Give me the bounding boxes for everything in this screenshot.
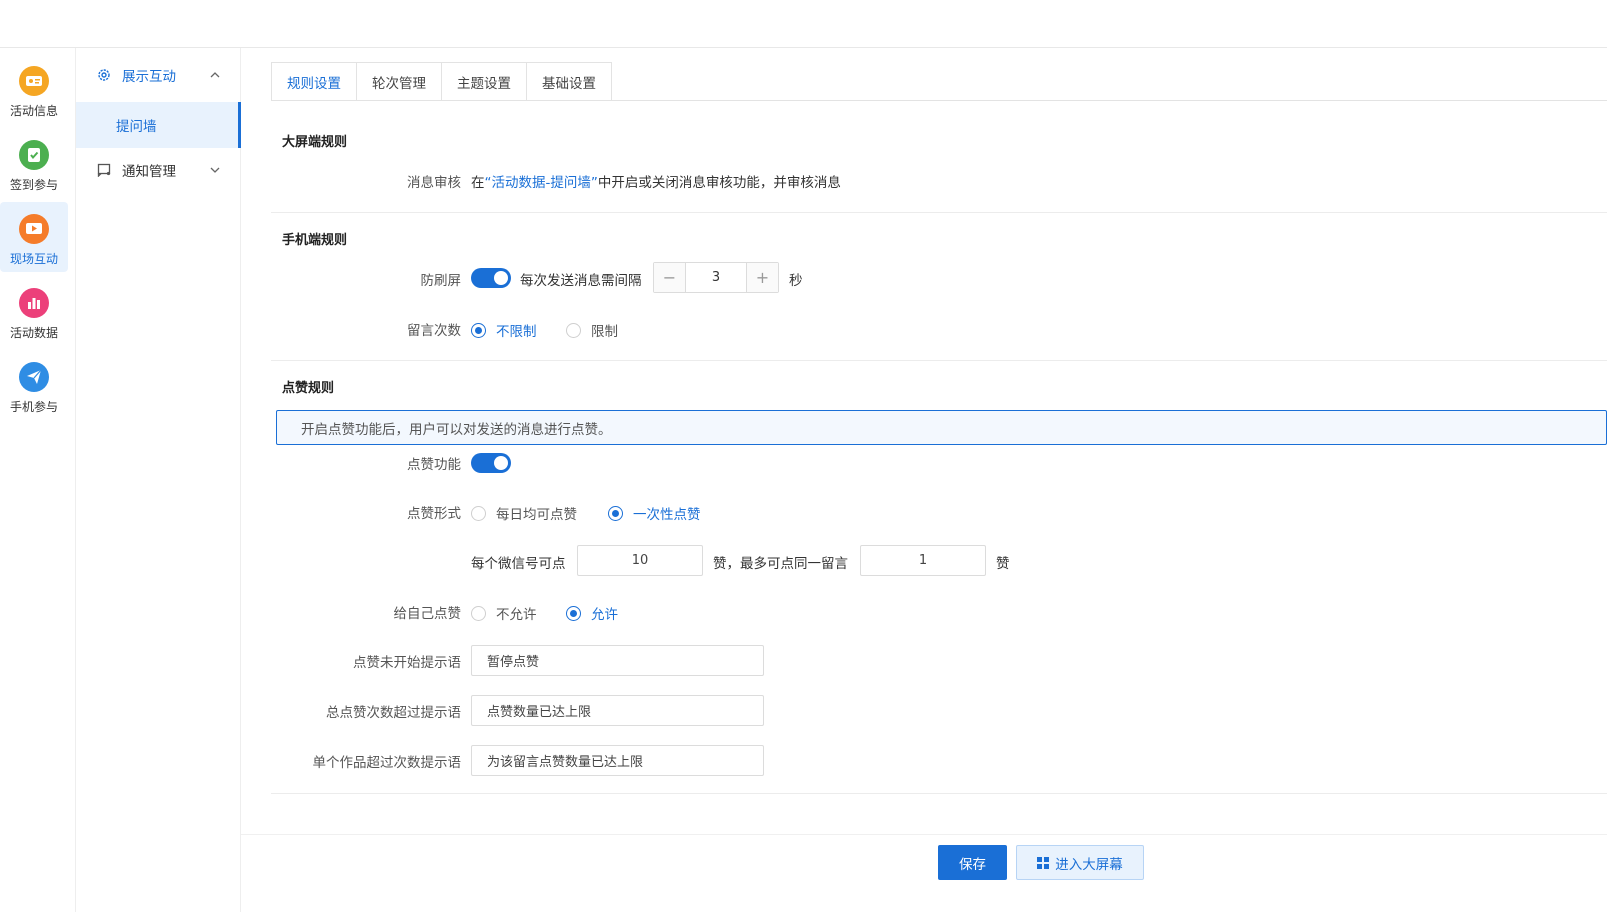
max-same-input[interactable] <box>860 545 986 576</box>
radio-label: 一次性点赞 <box>633 507 701 523</box>
radio-limited[interactable]: 限制 <box>566 320 618 340</box>
tab-round-management[interactable]: 轮次管理 <box>357 62 442 101</box>
icon-rail: 活动信息 签到参与 现场互动 活动数据 手机参与 <box>0 48 76 912</box>
chevron-down-icon <box>209 164 221 176</box>
radio-daily-like[interactable]: 每日均可点赞 <box>471 503 577 523</box>
top-bar <box>0 0 1607 48</box>
single-exceeded-input[interactable] <box>471 745 764 776</box>
radio-dot <box>566 322 581 338</box>
like-enable-toggle[interactable] <box>471 453 511 473</box>
sub-menu: 展示互动 提问墙 通知管理 <box>76 48 241 912</box>
rail-item-mobile[interactable]: 手机参与 <box>0 350 68 420</box>
save-button[interactable]: 保存 <box>938 845 1007 880</box>
anti-spam-label: 防刷屏 <box>420 273 462 289</box>
single-exceeded-label: 单个作品超过次数提示语 <box>312 755 462 771</box>
enter-big-screen-button[interactable]: 进入大屏幕 <box>1016 845 1144 880</box>
radio-dot <box>566 605 581 621</box>
menu-group-label: 通知管理 <box>122 164 176 180</box>
rail-label: 签到参与 <box>9 178 58 192</box>
chevron-up-icon <box>209 69 221 81</box>
section-divider <box>271 360 1607 361</box>
menu-group-notification[interactable]: 通知管理 <box>76 145 241 195</box>
rail-item-activity-info[interactable]: 活动信息 <box>0 54 68 124</box>
interval-minus-button[interactable]: − <box>654 263 686 292</box>
review-text-after: 中开启或关闭消息审核功能，并审核消息 <box>597 175 841 191</box>
review-link[interactable]: “活动数据-提问墙” <box>485 175 598 191</box>
tab-rule-settings[interactable]: 规则设置 <box>271 62 357 101</box>
not-started-input[interactable] <box>471 645 764 676</box>
section-divider <box>271 212 1607 213</box>
interval-text: 每次发送消息需间隔 <box>520 273 642 289</box>
message-review-label: 消息审核 <box>407 175 461 191</box>
not-started-label: 点赞未开始提示语 <box>353 655 461 671</box>
radio-dot <box>471 605 486 621</box>
section-title-likes: 点赞规则 <box>282 381 335 396</box>
radio-dot <box>608 505 623 521</box>
tab-bar: 规则设置 轮次管理 主题设置 基础设置 <box>271 62 612 101</box>
rail-item-checkin[interactable]: 签到参与 <box>0 128 68 198</box>
per-wechat-text: 每个微信号可点 <box>471 556 566 572</box>
section-title-mobile: 手机端规则 <box>282 233 348 248</box>
menu-group-label: 展示互动 <box>122 69 176 85</box>
main-content: 规则设置 轮次管理 主题设置 基础设置 大屏端规则 消息审核 在“活动数据-提问… <box>241 48 1607 912</box>
max-same-text: 赞，最多可点同一留言 <box>713 556 848 572</box>
self-like-label: 给自己点赞 <box>393 606 462 622</box>
checkin-icon <box>19 140 49 170</box>
rail-label: 活动信息 <box>9 104 58 118</box>
like-mode-label: 点赞形式 <box>407 506 461 522</box>
radio-label: 每日均可点赞 <box>496 507 577 523</box>
anti-spam-toggle[interactable] <box>471 268 511 288</box>
rail-label: 手机参与 <box>9 400 58 414</box>
rail-item-live-interaction[interactable]: 现场互动 <box>0 202 68 272</box>
rail-label: 活动数据 <box>9 326 58 340</box>
ticket-icon <box>19 66 49 96</box>
interval-unit: 秒 <box>789 273 803 289</box>
radio-self-disallow[interactable]: 不允许 <box>471 603 537 623</box>
tab-basic-settings[interactable]: 基础设置 <box>527 62 612 101</box>
bar-chart-icon <box>19 288 49 318</box>
radio-label: 允许 <box>591 607 618 623</box>
grid-icon <box>1037 856 1050 869</box>
tabs-underline <box>271 100 1607 101</box>
section-title-big-screen: 大屏端规则 <box>282 135 348 150</box>
like-enable-label: 点赞功能 <box>407 457 461 473</box>
radio-once-like[interactable]: 一次性点赞 <box>608 503 701 523</box>
radio-unlimited[interactable]: 不限制 <box>471 320 537 340</box>
message-count-label: 留言次数 <box>407 323 461 339</box>
rail-item-activity-data[interactable]: 活动数据 <box>0 276 68 346</box>
paper-plane-icon <box>19 362 49 392</box>
likes-notice: 开启点赞功能后，用户可以对发送的消息进行点赞。 <box>276 410 1607 445</box>
rail-label: 现场互动 <box>9 252 58 266</box>
radio-label: 不允许 <box>496 607 537 623</box>
interval-plus-button[interactable]: + <box>746 263 778 292</box>
max-same-unit: 赞 <box>996 556 1010 572</box>
menu-item-question-wall[interactable]: 提问墙 <box>76 102 241 148</box>
footer-divider <box>241 834 1607 835</box>
notification-icon <box>96 162 112 178</box>
per-wechat-input[interactable] <box>577 545 703 576</box>
gear-icon <box>96 67 112 83</box>
interval-stepper: − 3 + <box>653 262 779 293</box>
total-exceeded-input[interactable] <box>471 695 764 726</box>
radio-label: 限制 <box>591 324 618 340</box>
radio-self-allow[interactable]: 允许 <box>566 603 618 623</box>
menu-group-display-interaction[interactable]: 展示互动 <box>76 50 241 100</box>
enter-big-screen-label: 进入大屏幕 <box>1055 856 1123 873</box>
total-exceeded-label: 总点赞次数超过提示语 <box>326 705 461 721</box>
section-divider <box>271 793 1607 794</box>
review-text-before: 在 <box>471 175 485 191</box>
message-review-text: 在“活动数据-提问墙”中开启或关闭消息审核功能，并审核消息 <box>471 171 841 191</box>
radio-label: 不限制 <box>496 324 537 340</box>
radio-dot <box>471 322 486 338</box>
tab-theme-settings[interactable]: 主题设置 <box>442 62 527 101</box>
radio-dot <box>471 505 486 521</box>
interval-value[interactable]: 3 <box>686 263 746 292</box>
play-icon <box>19 214 49 244</box>
